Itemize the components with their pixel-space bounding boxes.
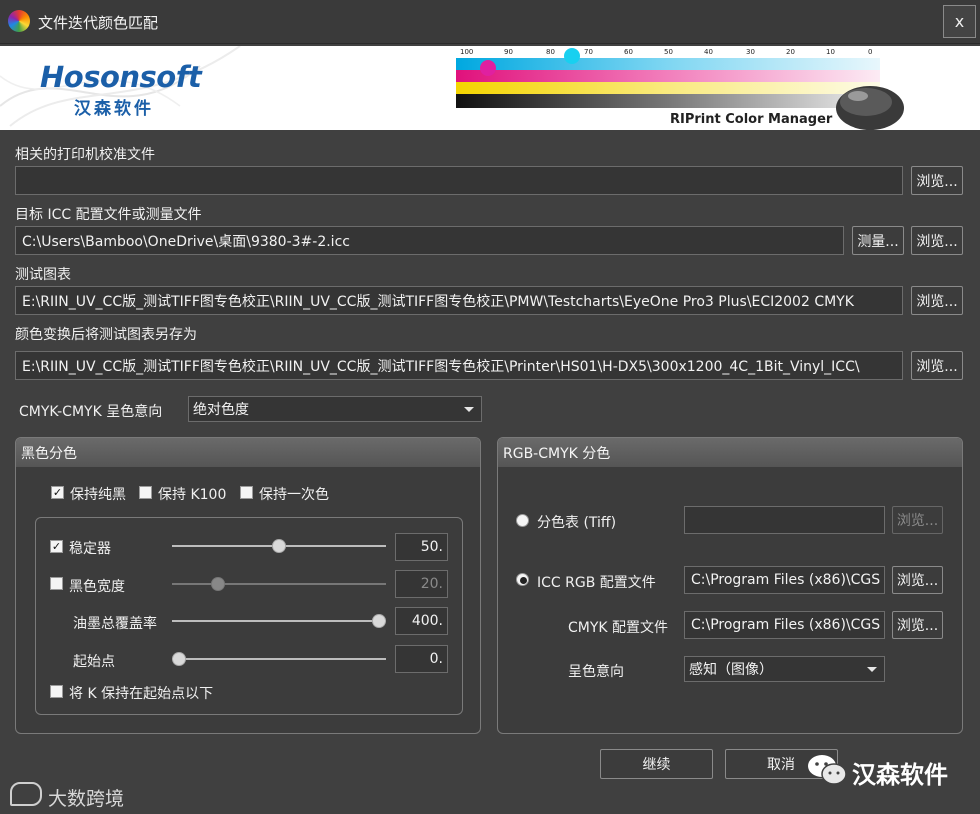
- scale-label: 60: [624, 48, 633, 56]
- test-chart-label: 测试图表: [15, 267, 71, 283]
- black-width-slider-track[interactable]: [172, 583, 386, 585]
- separation-table-label: 分色表 (Tiff): [537, 515, 617, 531]
- keep-once-color-label: 保持一次色: [259, 487, 329, 503]
- rgb-intent-value: 感知（图像）: [689, 662, 773, 678]
- window-title: 文件迭代颜色匹配: [38, 14, 159, 32]
- scale-label: 70: [584, 48, 593, 56]
- cmyk-intent-value: 绝对色度: [193, 402, 249, 418]
- color-bar-strips: [456, 58, 880, 108]
- keep-pure-black-label: 保持纯黑: [70, 487, 126, 503]
- scale-labels: 100 90 80 70 60 50 40 30 20 10 0: [456, 48, 886, 58]
- start-point-slider-track[interactable]: [172, 658, 386, 660]
- icc-profile-radio[interactable]: [516, 573, 529, 586]
- ink-coverage-slider-track[interactable]: [172, 620, 386, 622]
- black-width-label: 黑色宽度: [69, 579, 125, 595]
- rgb-intent-select[interactable]: 感知（图像）: [684, 656, 885, 682]
- cmyk-profile-input[interactable]: C:\Program Files (x86)\CGS: [684, 611, 885, 639]
- separation-table-radio[interactable]: [516, 514, 529, 527]
- watermark-logo-icon: [10, 782, 42, 806]
- color-patch-magenta: [480, 60, 496, 76]
- printer-calibration-label: 相关的打印机校准文件: [15, 147, 155, 163]
- keep-once-color-checkbox[interactable]: [240, 486, 253, 499]
- scale-label: 10: [826, 48, 835, 56]
- icc-rgb-browse-button[interactable]: 浏览...: [892, 566, 943, 594]
- target-icc-measure-button[interactable]: 测量...: [852, 226, 904, 255]
- keep-k-below-checkbox[interactable]: [50, 685, 63, 698]
- printer-calibration-input[interactable]: [15, 166, 903, 195]
- start-point-value-input[interactable]: 0.: [395, 645, 448, 673]
- mouse-image: [836, 86, 904, 130]
- cmyk-profile-browse-button[interactable]: 浏览...: [892, 611, 943, 639]
- target-icc-input[interactable]: C:\Users\Bamboo\OneDrive\桌面\9380-3#-2.ic…: [15, 226, 844, 255]
- ink-coverage-value-input[interactable]: 400.: [395, 607, 448, 635]
- scale-label: 20: [786, 48, 795, 56]
- separation-table-input[interactable]: [684, 506, 885, 534]
- ink-coverage-slider-thumb[interactable]: [372, 614, 386, 628]
- test-chart-input[interactable]: E:\RIIN_UV_CC版_测试TIFF图专色校正\RIIN_UV_CC版_测…: [15, 286, 903, 315]
- color-patch-cyan: [564, 48, 580, 64]
- black-separation-header: 黑色分色: [16, 438, 480, 467]
- keep-k100-checkbox[interactable]: [139, 486, 152, 499]
- scale-label: 30: [746, 48, 755, 56]
- stabilizer-value-input[interactable]: 50.: [395, 533, 448, 561]
- logo-cn-text: 汉森软件: [74, 99, 154, 119]
- scale-label: 50: [664, 48, 673, 56]
- icc-rgb-input[interactable]: C:\Program Files (x86)\CGS: [684, 566, 885, 594]
- rgb-intent-label: 呈色意向: [568, 664, 624, 680]
- black-width-slider-thumb[interactable]: [211, 577, 225, 591]
- keep-pure-black-checkbox[interactable]: ✓: [51, 486, 64, 499]
- chevron-down-icon: [867, 667, 877, 672]
- test-chart-browse-button[interactable]: 浏览...: [911, 286, 963, 315]
- start-point-label: 起始点: [73, 654, 115, 670]
- save-as-label: 颜色变换后将测试图表另存为: [15, 327, 197, 343]
- keep-k-below-label: 将 K 保持在起始点以下: [69, 686, 214, 702]
- chevron-down-icon: [464, 407, 474, 412]
- watermark-left-text: 大数跨境: [48, 788, 125, 810]
- separation-table-browse-button[interactable]: 浏览...: [892, 506, 943, 534]
- keep-k100-label: 保持 K100: [158, 487, 227, 503]
- scale-label: 80: [546, 48, 555, 56]
- black-width-checkbox[interactable]: [50, 577, 63, 590]
- start-point-slider-thumb[interactable]: [172, 652, 186, 666]
- close-button[interactable]: x: [943, 5, 976, 38]
- icc-rgb-label: ICC RGB 配置文件: [537, 575, 656, 591]
- stabilizer-label: 稳定器: [69, 541, 111, 557]
- black-width-value-input[interactable]: 20.: [395, 570, 448, 598]
- app-icon: [8, 10, 30, 32]
- target-icc-browse-button[interactable]: 浏览...: [911, 226, 963, 255]
- printer-calibration-browse-button[interactable]: 浏览...: [911, 166, 963, 195]
- scale-label: 100: [460, 48, 474, 56]
- target-icc-label: 目标 ICC 配置文件或测量文件: [15, 207, 202, 223]
- continue-button[interactable]: 继续: [600, 749, 713, 779]
- save-as-input[interactable]: E:\RIIN_UV_CC版_测试TIFF图专色校正\RIIN_UV_CC版_测…: [15, 351, 903, 380]
- stabilizer-slider-thumb[interactable]: [272, 539, 286, 553]
- cmyk-intent-select[interactable]: 绝对色度: [188, 396, 482, 422]
- cmyk-profile-label: CMYK 配置文件: [568, 620, 669, 636]
- scale-label: 40: [704, 48, 713, 56]
- banner-caption: RIPrint Color Manager: [670, 112, 833, 127]
- ink-coverage-label: 油墨总覆盖率: [73, 616, 157, 632]
- cmyk-intent-label: CMYK-CMYK 呈色意向: [19, 404, 163, 420]
- rgb-cmyk-header: RGB-CMYK 分色: [498, 438, 962, 467]
- watermark-right-text: 汉森软件: [852, 761, 948, 789]
- banner: Hosonsoft 汉森软件 100 90 80 70 60 50 40 30 …: [0, 46, 980, 130]
- wechat-icon: [808, 755, 847, 785]
- scale-label: 0: [868, 48, 873, 56]
- logo-text: Hosonsoft: [40, 60, 202, 94]
- save-as-browse-button[interactable]: 浏览...: [911, 351, 963, 380]
- stabilizer-checkbox[interactable]: ✓: [50, 540, 63, 553]
- scale-label: 90: [504, 48, 513, 56]
